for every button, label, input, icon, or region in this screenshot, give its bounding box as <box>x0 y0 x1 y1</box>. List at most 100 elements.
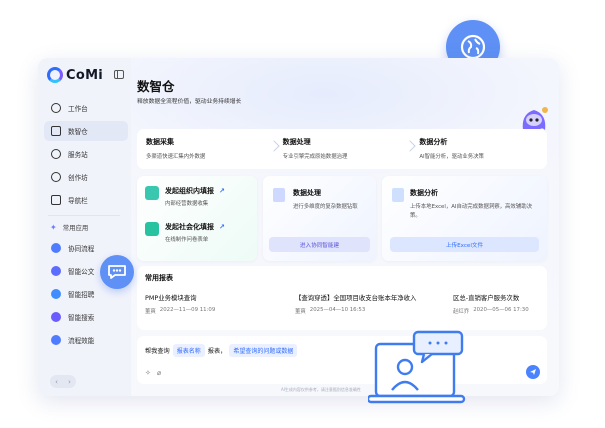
send-icon <box>530 369 536 375</box>
report-owner: 董爽 <box>145 309 156 315</box>
document-icon <box>273 188 285 202</box>
section-label: 常用应用 <box>62 224 89 232</box>
app-label: 智能招聘 <box>68 291 95 299</box>
fill-social-desc: 在线制作问卷表单 <box>165 237 209 243</box>
report-item[interactable]: 【查询穿透】全国项目收支台账本年净收入 董爽 2025—04—10 16:53 <box>295 293 416 315</box>
page-subtitle: 释放数据全流程价值，驱动业务持续增长 <box>137 99 242 105</box>
sidebar-item-label: 创作坊 <box>68 174 88 182</box>
sidebar: CoMi 工作台 数智仓 服务站 创作坊 导航栏 ✦ 常用应用 协同流程 智能公… <box>38 58 131 396</box>
query-tools: ✧ ⌀ <box>145 369 161 377</box>
sidebar-item-workbench[interactable]: 工作台 <box>44 98 128 118</box>
report-owner: 赵红乔 <box>453 309 470 315</box>
arrow-up-right-icon: ↗ <box>219 223 225 231</box>
flow-step-title: 数据处理 <box>282 138 311 146</box>
flow-step-desc: 多渠道快速汇集内外数据 <box>146 154 206 160</box>
navigation-icon <box>51 195 61 205</box>
processing-card: 数据处理 进行多维度的复杂数据钻取 进入协同智能建 <box>263 176 376 261</box>
arrow-up-right-icon: ↗ <box>219 187 225 195</box>
common-reports: 常用报表 PMP业务模块查询 董爽 2022—11—09 11:09 【查询穿透】… <box>137 266 547 330</box>
app-label: 协同流程 <box>68 245 95 253</box>
fill-org-desc: 内部经营数据收集 <box>165 201 209 207</box>
magic-wand-icon[interactable]: ✧ <box>145 369 151 377</box>
query-middle: 报表， <box>207 348 227 355</box>
report-item[interactable]: 区总-直销客户服务次数 赵红乔 2020—05—06 17:30 <box>453 293 529 315</box>
star-icon: ✦ <box>50 223 57 232</box>
process-efficiency-icon <box>51 335 61 345</box>
flow-step-process: 数据处理 专业引擎完成原始数据治理 <box>274 129 417 169</box>
chevron-right-icon[interactable]: › <box>68 378 71 386</box>
comi-logo-icon <box>47 67 63 83</box>
data-warehouse-icon <box>51 126 61 136</box>
sidebar-item-label: 导航栏 <box>68 197 88 205</box>
app-label: 智能搜索 <box>68 314 95 322</box>
attachment-icon[interactable]: ⌀ <box>157 369 161 377</box>
sidebar-app-process-efficiency[interactable]: 流程效能 <box>44 330 128 350</box>
laptop-user-icon <box>368 330 466 404</box>
app-window: CoMi 工作台 数智仓 服务站 创作坊 导航栏 ✦ 常用应用 协同流程 智能公… <box>38 58 559 396</box>
sidebar-item-navigation[interactable]: 导航栏 <box>44 190 128 210</box>
fill-card: 发起组织内填报 ↗ 内部经营数据收集 发起社会化填报 ↗ 在线制作问卷表单 <box>137 176 257 261</box>
sidebar-collapse-icon[interactable] <box>114 70 124 79</box>
sidebar-item-label: 服务站 <box>68 151 88 159</box>
data-flow-steps: 数据采集 多渠道快速汇集内外数据 数据处理 专业引擎完成原始数据治理 数据分析 … <box>137 129 547 169</box>
report-item[interactable]: PMP业务模块查询 董爽 2022—11—09 11:09 <box>145 293 215 315</box>
chevron-left-icon[interactable]: ‹ <box>55 378 58 386</box>
question-chip[interactable]: 希望查询的问题或数据 <box>229 344 298 357</box>
flow-step-title: 数据分析 <box>419 138 448 146</box>
flow-step-analyze: 数据分析 AI智能分析，驱动业务决策 <box>410 129 547 169</box>
page-title: 数智仓 <box>137 79 175 94</box>
analysis-title: 数据分析 <box>410 189 438 197</box>
report-name: 区总-直销客户服务次数 <box>453 294 520 302</box>
chat-bubble-icon <box>100 255 134 289</box>
collab-flow-icon <box>51 243 61 253</box>
report-time: 2022—11—09 11:09 <box>159 307 216 313</box>
brand-name: CoMi <box>66 67 104 83</box>
fill-org-link[interactable]: 发起组织内填报 ↗ 内部经营数据收集 <box>145 186 225 207</box>
flow-step-title: 数据采集 <box>146 138 174 146</box>
flow-step-desc: AI智能分析，驱动业务决策 <box>419 154 484 160</box>
query-input-box[interactable]: 帮我查询 报表名称 报表， 希望查询的问题或数据 ✧ ⌀ <box>137 336 547 384</box>
sidebar-pager: ‹ › <box>50 375 76 388</box>
sidebar-item-label: 工作台 <box>68 105 88 113</box>
send-button[interactable] <box>526 365 540 379</box>
reports-title: 常用报表 <box>145 274 173 282</box>
sidebar-item-label: 数智仓 <box>68 128 88 136</box>
report-owner: 董爽 <box>295 309 306 315</box>
feature-cards: 发起组织内填报 ↗ 内部经营数据收集 发起社会化填报 ↗ 在线制作问卷表单 数据… <box>137 176 547 261</box>
common-apps-section: ✦ 常用应用 <box>50 223 88 232</box>
processing-desc: 进行多维度的复杂数据钻取 <box>293 204 358 210</box>
cube-icon <box>145 186 159 200</box>
analysis-card: 数据分析 上传本地Excel，AI自动完成数据洞察，高效辅助决策。 上传Exce… <box>382 176 547 261</box>
create-icon <box>51 172 61 182</box>
sidebar-divider <box>48 215 120 216</box>
footer-disclaimer: AI生成内容仅供参考，请注意甄别信息准确性 <box>281 387 361 392</box>
report-name-chip[interactable]: 报表名称 <box>172 344 205 357</box>
sidebar-item-data-warehouse[interactable]: 数智仓 <box>44 121 128 141</box>
fill-social-title: 发起社会化填报 <box>165 223 214 231</box>
logo: CoMi <box>47 67 103 83</box>
upload-excel-button[interactable]: 上传Excel文件 <box>390 237 539 252</box>
analysis-desc: 上传本地Excel，AI自动完成数据洞察，高效辅助决策。 <box>410 204 532 219</box>
form-icon <box>145 222 159 236</box>
app-label: 流程效能 <box>68 337 95 345</box>
sidebar-app-smart-search[interactable]: 智能搜索 <box>44 307 128 327</box>
smart-recruit-icon <box>51 289 61 299</box>
app-label: 智能公文 <box>68 268 95 276</box>
smart-doc-icon <box>51 266 61 276</box>
report-time: 2025—04—10 16:53 <box>309 307 366 313</box>
main-content: 数智仓 释放数据全流程价值，驱动业务持续增长 数据采集 多渠道快速汇集内外数据 … <box>131 58 559 396</box>
screen: CoMi 工作台 数智仓 服务站 创作坊 导航栏 ✦ 常用应用 协同流程 智能公… <box>0 0 605 428</box>
flow-step-desc: 专业引擎完成原始数据治理 <box>282 154 348 160</box>
sidebar-item-create[interactable]: 创作坊 <box>44 167 128 187</box>
fill-org-title: 发起组织内填报 <box>165 187 214 195</box>
processing-button[interactable]: 进入协同智能建 <box>269 237 370 252</box>
fill-social-link[interactable]: 发起社会化填报 ↗ 在线制作问卷表单 <box>145 222 225 243</box>
report-name: PMP业务模块查询 <box>145 294 197 302</box>
smart-search-icon <box>51 312 61 322</box>
sidebar-item-service[interactable]: 服务站 <box>44 144 128 164</box>
query-prefix: 帮我查询 <box>145 348 170 355</box>
processing-title: 数据处理 <box>293 189 321 197</box>
search-service-icon <box>51 149 61 159</box>
user-document-icon <box>392 188 404 202</box>
query-prompt: 帮我查询 报表名称 报表， 希望查询的问题或数据 <box>145 344 298 357</box>
